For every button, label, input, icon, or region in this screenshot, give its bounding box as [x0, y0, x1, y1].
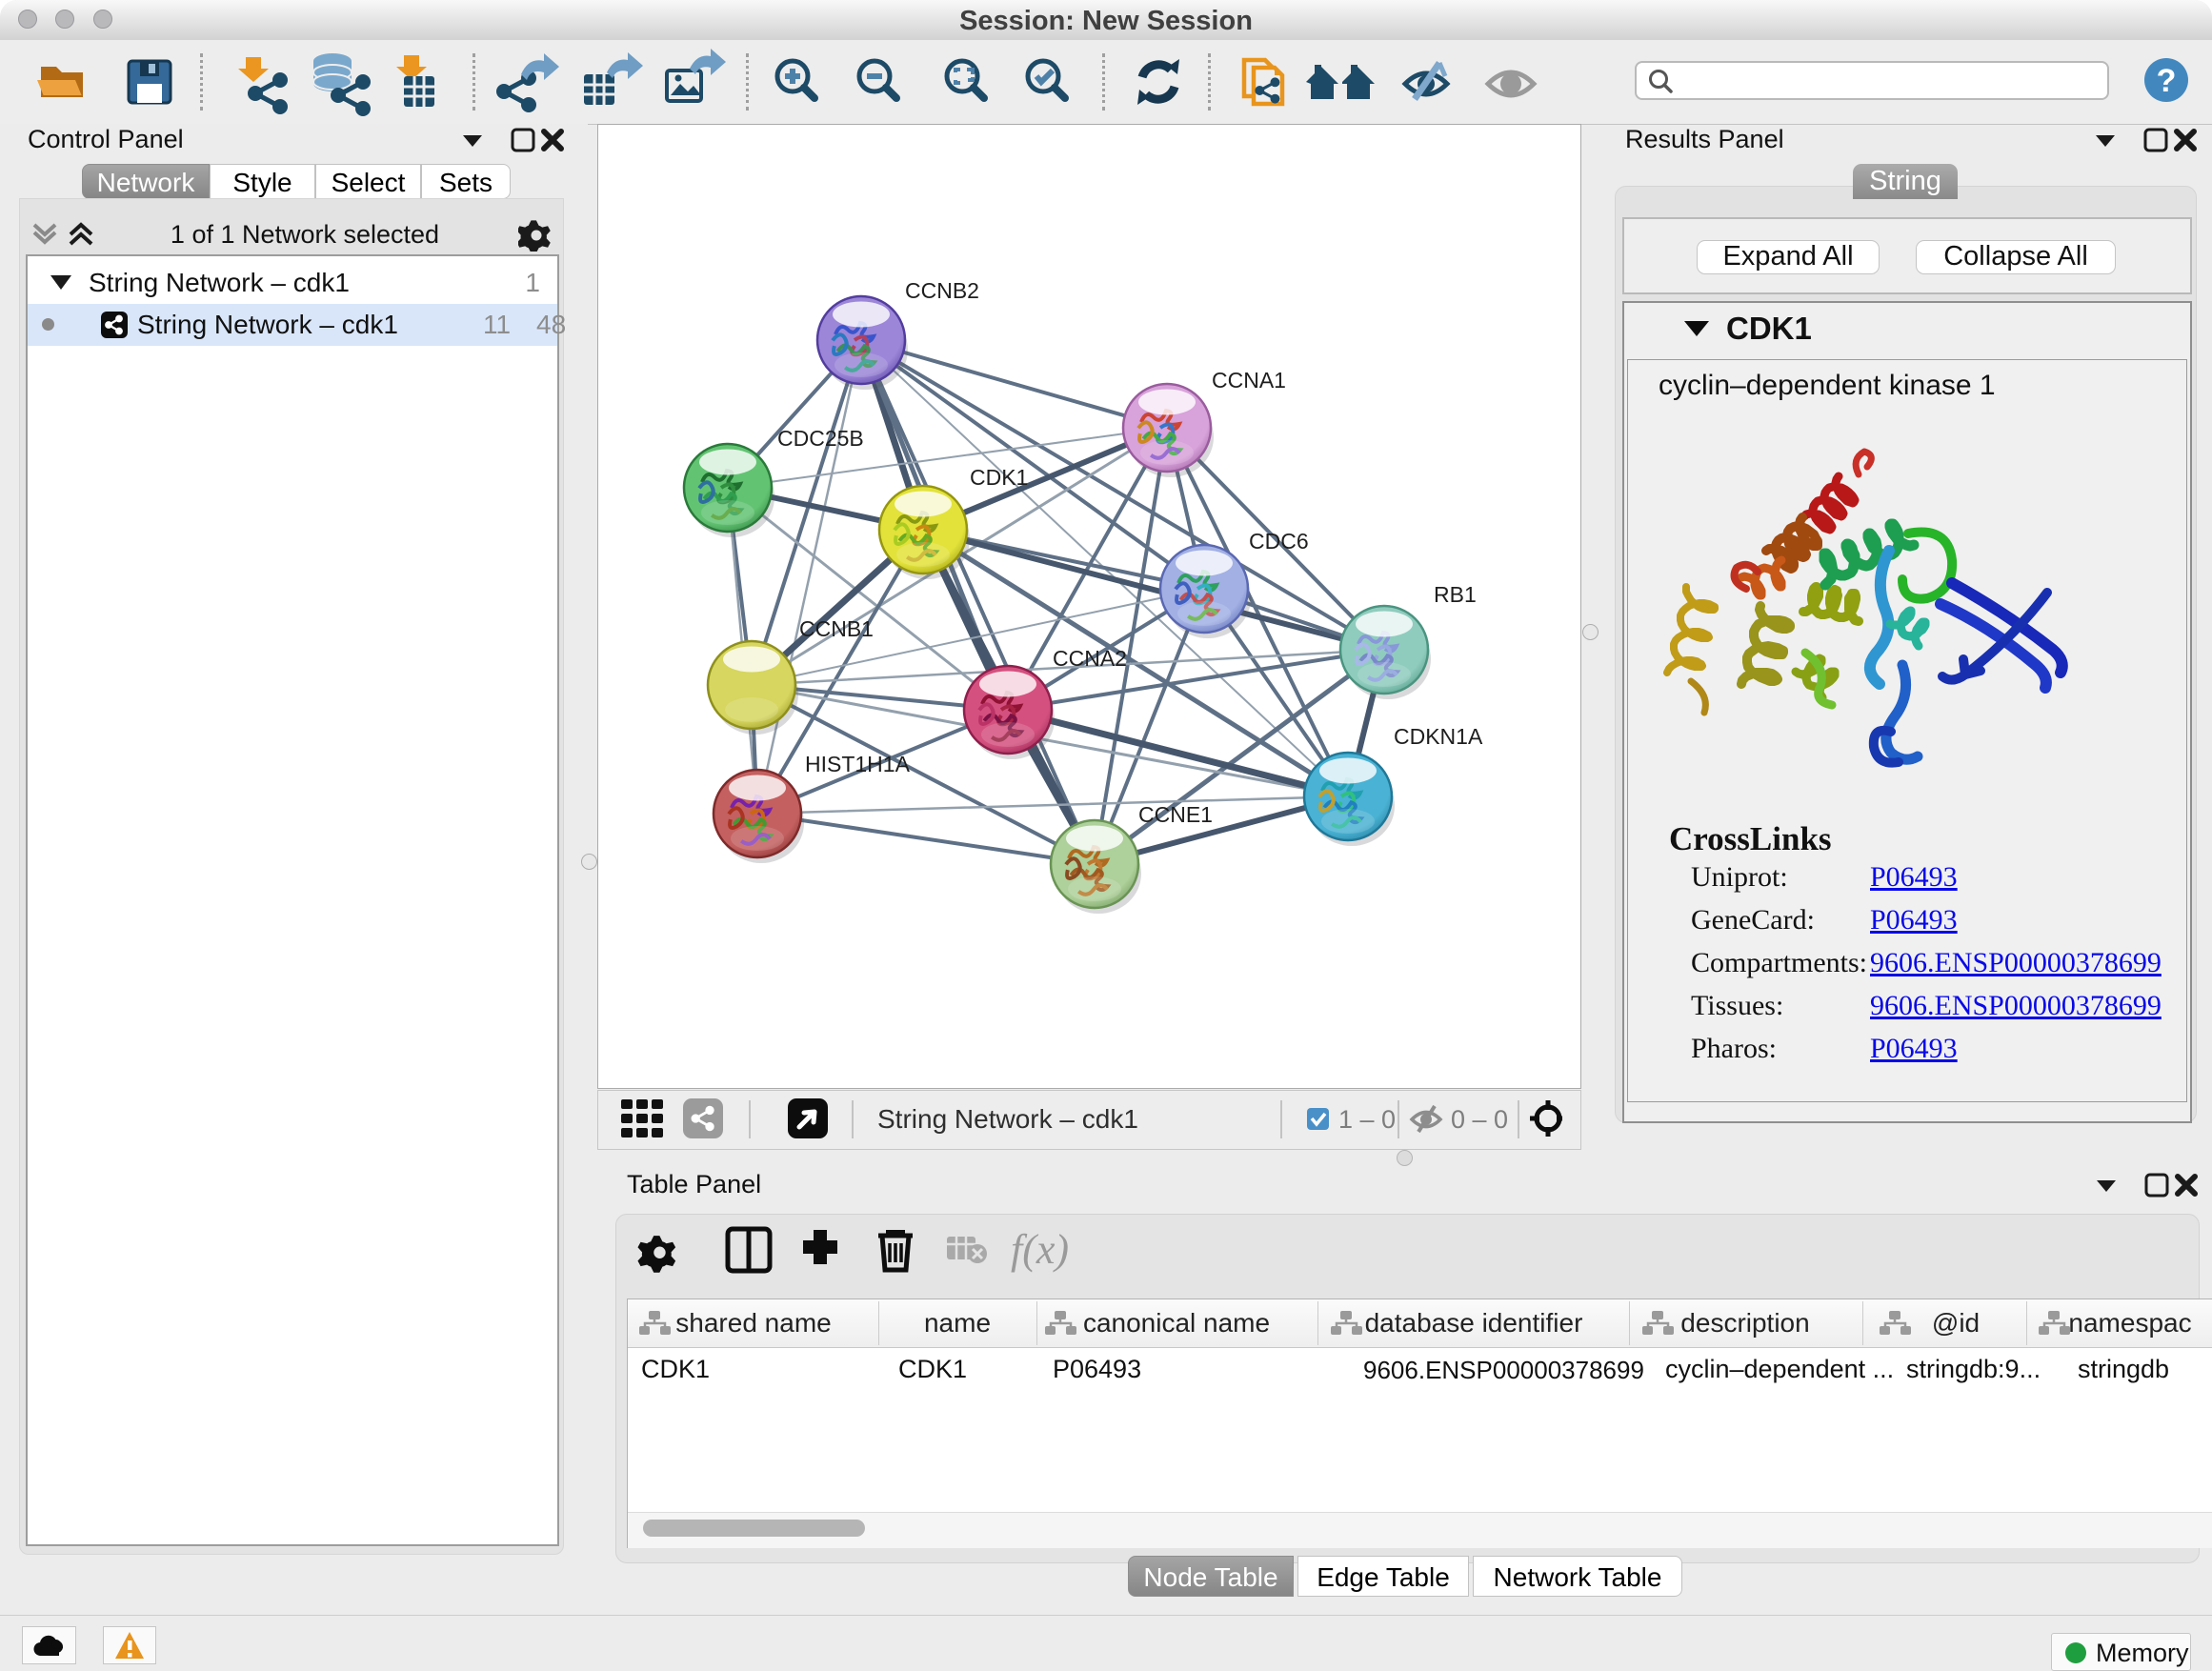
svg-text:CDKN1A: CDKN1A: [1394, 724, 1483, 749]
svg-text:CDC25B: CDC25B: [777, 426, 864, 451]
svg-text:CCNE1: CCNE1: [1138, 802, 1213, 827]
svg-text:canonical name: canonical name: [1083, 1308, 1270, 1338]
svg-text:CCNA2: CCNA2: [1053, 646, 1127, 671]
svg-text:database identifier: database identifier: [1365, 1308, 1583, 1338]
svg-text:shared name: shared name: [675, 1308, 831, 1338]
svg-text:CCNB1: CCNB1: [799, 616, 874, 641]
svg-text:CCNA1: CCNA1: [1212, 368, 1286, 393]
svg-text:CDC6: CDC6: [1249, 529, 1309, 554]
svg-text:namespac: namespac: [2068, 1308, 2191, 1338]
svg-text:0 – 0: 0 – 0: [1451, 1105, 1508, 1134]
svg-text:CDK1: CDK1: [970, 465, 1028, 490]
svg-text:HIST1H1A: HIST1H1A: [805, 752, 911, 776]
svg-text:@id: @id: [1932, 1308, 1980, 1338]
svg-text:CCNB2: CCNB2: [905, 278, 979, 303]
svg-text:f(x): f(x): [1011, 1226, 1069, 1273]
svg-text:name: name: [924, 1308, 991, 1338]
svg-text:?: ?: [2157, 63, 2177, 99]
svg-text:1 – 0: 1 – 0: [1338, 1105, 1396, 1134]
svg-text:description: description: [1680, 1308, 1809, 1338]
svg-text:String Network – cdk1: String Network – cdk1: [877, 1104, 1138, 1134]
svg-text:RB1: RB1: [1434, 582, 1477, 607]
